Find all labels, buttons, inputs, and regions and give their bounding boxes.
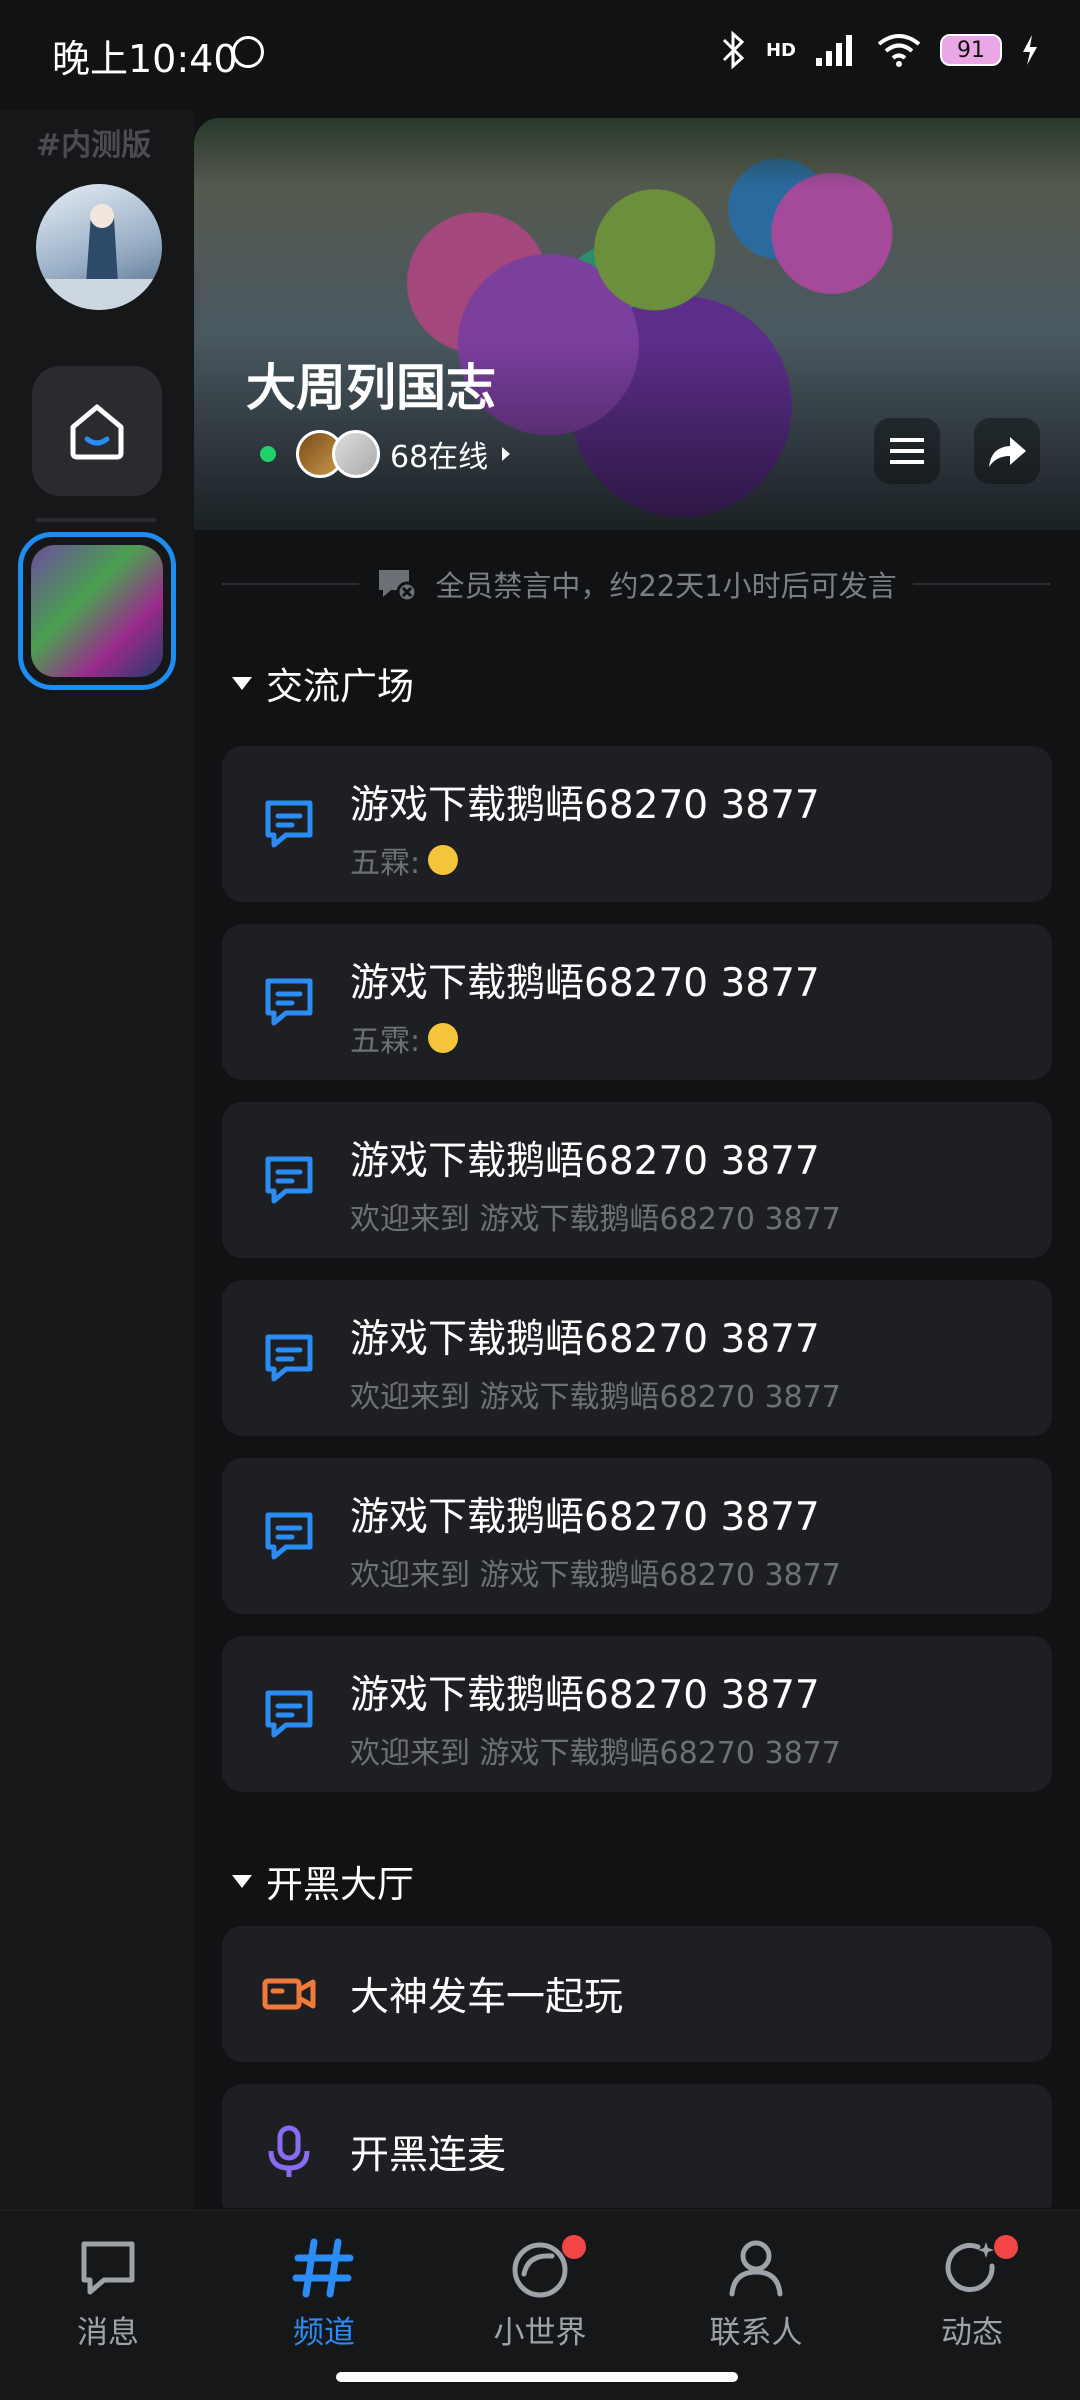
menu-button[interactable] <box>874 418 940 484</box>
channel-main: 大周列国志 68在线 全员禁言中，约22天1小时后可发言 交流广场 游戏下载鹅峿… <box>194 118 1080 2208</box>
tab-channels[interactable]: 频道 <box>244 2235 404 2352</box>
channel-item-subtitle: 欢迎来到 游戏下载鹅峿68270 3877 <box>350 1736 841 1771</box>
channel-item-subtitle: 五霖: <box>350 1016 459 1060</box>
tab-small-world[interactable]: 小世界 <box>460 2235 620 2352</box>
tab-label: 动态 <box>941 2315 1003 2351</box>
bluetooth-icon <box>722 30 745 70</box>
voice-channel-title: 大神发车一起玩 <box>350 1975 624 2020</box>
channel-item-title: 游戏下载鹅峿68270 3877 <box>350 961 820 1006</box>
wifi-icon <box>877 34 921 67</box>
rolling-eyes-emoji-icon <box>428 845 459 875</box>
hash-icon <box>292 2238 354 2298</box>
section-header-lobby[interactable]: 开黑大厅 <box>232 1854 414 1908</box>
sidebar-divider <box>36 518 156 522</box>
caret-down-icon <box>232 676 252 690</box>
banner-game-hud <box>194 118 1080 188</box>
channel-item-title: 游戏下载鹅峿68270 3877 <box>350 783 820 828</box>
channel-item[interactable]: 游戏下载鹅峿68270 3877 欢迎来到 游戏下载鹅峿68270 3877 <box>222 1280 1052 1436</box>
section-title: 交流广场 <box>266 665 414 708</box>
share-button[interactable] <box>974 418 1040 484</box>
caret-down-icon <box>232 1874 252 1888</box>
channel-item-title: 游戏下载鹅峿68270 3877 <box>350 1317 820 1362</box>
text-channel-icon <box>265 800 313 848</box>
status-time: 晚上10:40 <box>52 37 238 81</box>
charging-icon <box>1023 35 1037 65</box>
notification-badge <box>562 2235 586 2259</box>
guild-sidebar: #内测版 <box>0 110 194 2210</box>
channel-title: 大周列国志 <box>246 359 496 417</box>
channel-item[interactable]: 游戏下载鹅峿68270 3877 五霖: <box>222 924 1052 1080</box>
channel-item-subtitle: 五霖: <box>350 838 459 882</box>
voice-channel-item[interactable]: 开黑连麦 <box>222 2084 1052 2208</box>
voice-channel-title: 开黑连麦 <box>350 2133 507 2178</box>
member-avatar <box>332 430 380 478</box>
muted-chat-icon <box>379 570 418 602</box>
text-channel-icon <box>265 1156 313 1204</box>
tab-label: 联系人 <box>709 2315 803 2351</box>
status-icons: HD 91 <box>718 30 1040 70</box>
online-dot <box>260 446 276 462</box>
share-icon <box>989 437 1026 467</box>
microphone-icon <box>268 2125 310 2177</box>
online-members[interactable]: 68在线 <box>260 430 514 478</box>
text-channel-icon <box>265 978 313 1026</box>
channel-banner: 大周列国志 68在线 <box>194 118 1080 530</box>
tab-messages[interactable]: 消息 <box>28 2235 188 2352</box>
heart-eyes-emoji-icon <box>428 1023 459 1053</box>
channel-item[interactable]: 游戏下载鹅峿68270 3877 欢迎来到 游戏下载鹅峿68270 3877 <box>222 1458 1052 1614</box>
tab-label: 频道 <box>293 2315 355 2351</box>
mute-notice-text: 全员禁言中，约22天1小时后可发言 <box>435 569 897 603</box>
avatar-illustration-icon <box>36 204 162 310</box>
guild-thumbnail <box>31 545 163 677</box>
channel-item-subtitle: 欢迎来到 游戏下载鹅峿68270 3877 <box>350 1380 841 1415</box>
notification-badge <box>994 2235 1018 2259</box>
tab-contacts[interactable]: 联系人 <box>676 2235 836 2352</box>
person-icon <box>729 2240 783 2297</box>
tab-feed[interactable]: 动态 <box>892 2235 1052 2352</box>
channel-item[interactable]: 游戏下载鹅峿68270 3877 欢迎来到 游戏下载鹅峿68270 3877 <box>222 1102 1052 1258</box>
channel-item-title: 游戏下载鹅峿68270 3877 <box>350 1495 820 1540</box>
channel-item-subtitle: 欢迎来到 游戏下载鹅峿68270 3877 <box>350 1202 841 1237</box>
mute-notice: 全员禁言中，约22天1小时后可发言 <box>222 564 1050 604</box>
status-bar: 晚上10:40 HD 91 <box>0 0 1080 110</box>
home-indicator[interactable] <box>336 2372 738 2382</box>
tab-label: 消息 <box>77 2315 139 2351</box>
network-label: HD <box>765 39 796 61</box>
signal-icon <box>816 35 852 66</box>
online-count: 68在线 <box>390 440 489 475</box>
chevron-right-icon <box>502 447 511 461</box>
video-camera-icon <box>262 1978 316 2010</box>
home-button[interactable] <box>32 366 162 496</box>
guild-icon-selected[interactable] <box>18 532 176 690</box>
channel-item[interactable]: 游戏下载鹅峿68270 3877 欢迎来到 游戏下载鹅峿68270 3877 <box>222 1636 1052 1792</box>
text-channel-icon <box>265 1512 313 1560</box>
home-icon <box>70 404 124 460</box>
battery-indicator: 91 <box>940 34 1002 66</box>
tab-label: 小世界 <box>493 2315 587 2351</box>
app-notification-icon <box>232 36 264 68</box>
channel-item-subtitle: 欢迎来到 游戏下载鹅峿68270 3877 <box>350 1558 841 1593</box>
voice-channel-item[interactable]: 大神发车一起玩 <box>222 1926 1052 2062</box>
text-channel-icon <box>265 1690 313 1738</box>
channel-item[interactable]: 游戏下载鹅峿68270 3877 五霖: <box>222 746 1052 902</box>
section-title: 开黑大厅 <box>266 1863 414 1906</box>
text-channel-icon <box>265 1334 313 1382</box>
beta-tag: #内测版 <box>36 128 152 163</box>
menu-icon <box>890 438 924 464</box>
channel-item-title: 游戏下载鹅峿68270 3877 <box>350 1139 820 1184</box>
channel-item-title: 游戏下载鹅峿68270 3877 <box>350 1673 820 1718</box>
user-avatar[interactable] <box>36 184 162 310</box>
chat-bubble-icon <box>81 2241 135 2295</box>
section-header-plaza[interactable]: 交流广场 <box>232 656 414 710</box>
